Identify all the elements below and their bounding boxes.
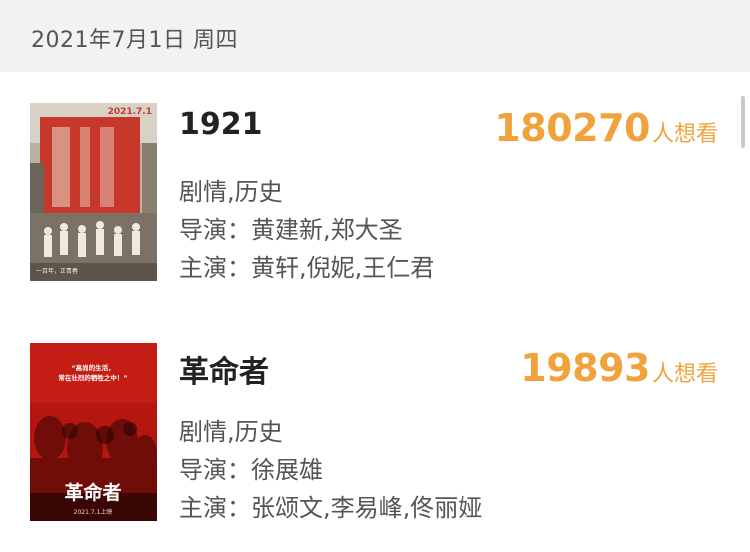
want-count-number: 180270 xyxy=(494,106,650,150)
poster-title-text: 革命者 xyxy=(64,481,121,504)
movie-cast: 主演：张颂文,李易峰,佟丽娅 xyxy=(179,494,483,522)
movie-genre: 剧情,历史 xyxy=(179,418,283,446)
poster-tagline-text: 一百年，正青春 xyxy=(36,267,78,275)
poster-date-text: 2021.7.1 xyxy=(108,107,152,117)
movie-item[interactable]: “高尚的生活， 常在壮烈的牺牲之中！” 革命者 2021.7.1上映 革命者 1… xyxy=(0,340,750,530)
want-to-see-count: 180270人想看 xyxy=(494,106,718,150)
movie-item[interactable]: 2021.7.1 一百年，正青春 1921 180270人想看 剧情,历史 导演… xyxy=(0,100,750,290)
date-header: 2021年7月1日 周四 xyxy=(0,0,750,72)
movie-genre: 剧情,历史 xyxy=(179,178,283,206)
movie-poster[interactable]: “高尚的生活， 常在壮烈的牺牲之中！” 革命者 2021.7.1上映 xyxy=(30,343,157,521)
want-count-unit: 人想看 xyxy=(651,122,718,147)
want-count-unit: 人想看 xyxy=(651,362,718,387)
movie-cast: 主演：黄轩,倪妮,王仁君 xyxy=(179,254,435,282)
movie-director: 导演：徐展雄 xyxy=(179,456,323,484)
poster-quote-line1: “高尚的生活， xyxy=(71,363,114,372)
want-to-see-count: 19893人想看 xyxy=(520,346,718,390)
movie-title[interactable]: 1921 xyxy=(179,107,263,142)
want-count-number: 19893 xyxy=(520,346,650,390)
poster-date-text: 2021.7.1上映 xyxy=(74,508,113,516)
movie-poster[interactable]: 2021.7.1 一百年，正青春 xyxy=(30,103,157,281)
date-label: 2021年7月1日 周四 xyxy=(31,28,238,53)
movie-director: 导演：黄建新,郑大圣 xyxy=(179,216,403,244)
poster-quote-line2: 常在壮烈的牺牲之中！” xyxy=(58,373,127,382)
movie-title[interactable]: 革命者 xyxy=(179,347,269,391)
